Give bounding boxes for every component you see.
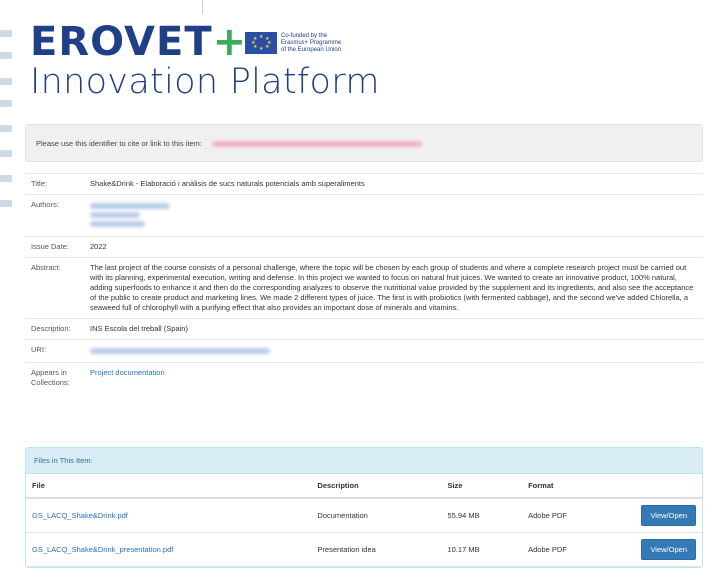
description-value: INS Escola del treball (Spain) (90, 324, 188, 333)
metadata-row-collections: Appears in Collections: Project document… (25, 363, 703, 393)
collections-label: Appears in Collections: (31, 368, 90, 388)
sidebar-item[interactable] (0, 200, 12, 207)
metadata-row-title: Title: Shake&Drink - Elaboració i anàlis… (25, 173, 703, 195)
platform-title: Innovation Platform (30, 62, 380, 102)
sidebar-item[interactable] (0, 125, 12, 132)
files-table: File Description Size Format GS_LACQ_Sha… (26, 474, 702, 567)
author-link[interactable] (90, 212, 140, 218)
table-row: GS_LACQ_Shake&Drink_presentation.pdf Pre… (26, 532, 702, 567)
column-header-description: Description (311, 474, 442, 499)
eu-text-line: Co-funded by the (281, 32, 328, 39)
uri-label: URI: (31, 345, 46, 354)
cite-identifier-box: Please use this identifier to cite or li… (25, 124, 703, 162)
file-format: Adobe PDF (522, 498, 636, 533)
file-cell: GS_LACQ_Shake&Drink.pdf (26, 498, 312, 533)
file-size: 10.17 MB (441, 532, 523, 567)
eu-flag-icon: ★ ★ ★ ★ ★ ★ ★ ★ (245, 32, 277, 54)
file-link[interactable]: GS_LACQ_Shake&Drink_presentation.pdf (32, 545, 173, 554)
sidebar-item[interactable] (0, 150, 12, 157)
metadata-row-authors: Authors: (25, 195, 703, 237)
item-metadata-table: Title: Shake&Drink - Elaboració i anàlis… (25, 173, 703, 393)
file-link[interactable]: GS_LACQ_Shake&Drink.pdf (32, 511, 128, 520)
file-description: Presentation idea (311, 532, 442, 567)
divider (202, 0, 203, 14)
authors-value-redacted (90, 200, 697, 231)
column-header-format: Format (522, 474, 636, 499)
eu-text: Co-funded by the Erasmus+ Programme of t… (281, 33, 341, 54)
file-description: Documentation (311, 498, 442, 533)
metadata-row-uri: URI: (25, 340, 703, 363)
sidebar-item[interactable] (0, 52, 12, 59)
collections-value: Project documentation (90, 368, 697, 388)
files-header-row: File Description Size Format (26, 474, 702, 499)
sidebar-fragment (0, 0, 14, 230)
title-value: Shake&Drink - Elaboració i anàlisis de s… (90, 179, 365, 188)
eu-cofunded-badge: ★ ★ ★ ★ ★ ★ ★ ★ Co-funded by the Erasmus… (245, 32, 341, 54)
collections-label-line: Collections: (31, 378, 70, 387)
eu-text-line: of the European Union (281, 46, 342, 53)
file-cell: GS_LACQ_Shake&Drink_presentation.pdf (26, 532, 312, 567)
sidebar-item[interactable] (0, 78, 12, 85)
description-label: Description: (31, 324, 71, 333)
uri-link[interactable] (90, 348, 270, 354)
view-open-button[interactable]: View/Open (641, 505, 696, 526)
collections-label-line: Appears in (31, 368, 67, 377)
logo-text: EROVET (30, 19, 213, 65)
metadata-row-description: Description: INS Escola del treball (Spa… (25, 319, 703, 340)
view-open-button[interactable]: View/Open (641, 539, 696, 560)
authors-label: Authors: (31, 200, 59, 209)
action-cell: View/Open (635, 532, 702, 567)
issue-date-label: Issue Date: (31, 242, 69, 251)
metadata-row-issue-date: Issue Date: 2022 (25, 237, 703, 258)
files-panel-title: Files in This Item: (26, 448, 702, 474)
table-row: GS_LACQ_Shake&Drink.pdf Documentation 55… (26, 498, 702, 533)
author-link[interactable] (90, 203, 170, 209)
sidebar-item[interactable] (0, 30, 12, 37)
eu-text-line: Erasmus+ Programme (281, 39, 342, 46)
column-header-file: File (26, 474, 312, 499)
file-size: 55.94 MB (441, 498, 523, 533)
issue-date-value: 2022 (90, 242, 107, 251)
cite-label: Please use this identifier to cite or li… (36, 139, 202, 148)
sidebar-item[interactable] (0, 175, 12, 182)
sidebar-item[interactable] (0, 100, 12, 107)
file-format: Adobe PDF (522, 532, 636, 567)
abstract-label: Abstract: (31, 263, 61, 272)
action-cell: View/Open (635, 498, 702, 533)
column-header-action (635, 474, 702, 499)
column-header-size: Size (441, 474, 523, 499)
logo-plus: + (212, 19, 248, 65)
metadata-row-abstract: Abstract: The last project of the course… (25, 258, 703, 319)
uri-value-redacted (90, 345, 697, 357)
files-panel: Files in This Item: File Description Siz… (25, 447, 703, 568)
collection-link[interactable]: Project documentation (90, 368, 165, 377)
title-label: Title: (31, 179, 47, 188)
abstract-value: The last project of the course consists … (90, 263, 694, 312)
handle-link-redacted[interactable] (211, 141, 422, 148)
author-link[interactable] (90, 221, 145, 227)
